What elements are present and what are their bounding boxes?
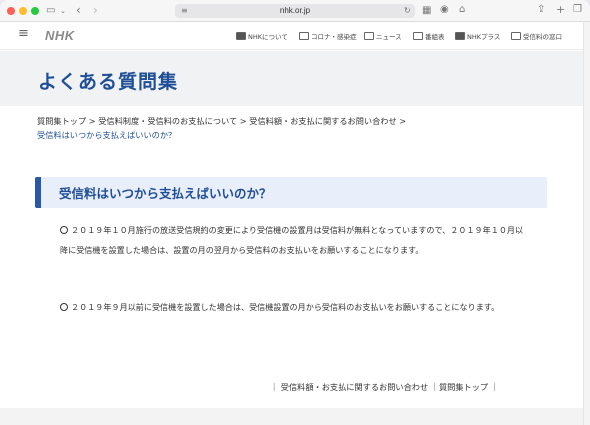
monitor-icon: [236, 32, 246, 40]
footer-link-inquiry[interactable]: 受信料額・お支払に関するお問い合わせ: [281, 382, 428, 392]
news-icon: [364, 32, 374, 40]
plus-icon: [455, 32, 465, 40]
close-window-button[interactable]: [7, 7, 15, 15]
nav-news[interactable]: ニュース: [364, 31, 402, 41]
breadcrumb-item[interactable]: 受信料制度・受信料のお支払について: [98, 116, 237, 126]
sidebar-icon[interactable]: ▭: [46, 6, 55, 16]
shield-icon[interactable]: ◉: [440, 5, 449, 15]
home-icon[interactable]: ⌂: [459, 5, 465, 15]
share-icon[interactable]: ⇪: [537, 5, 545, 15]
circle-bullet-icon: [60, 303, 68, 311]
tab-overview-icon[interactable]: ❐: [573, 5, 582, 15]
reload-icon[interactable]: ↻: [404, 6, 411, 16]
site-header: ≡ NHK NHKについて コロナ・感染症 ニュース 番組表 NHKプラス 受信…: [0, 22, 583, 50]
nav-nhk-plus[interactable]: NHKプラス: [455, 31, 500, 41]
extensions-icon[interactable]: ▦: [422, 6, 431, 16]
answer-paragraph: ２０１９年１０月施行の放送受信規約の変更により受信機の設置月は受信料が無料となっ…: [60, 225, 524, 255]
question-heading-box: 受信料はいつから支払えばいいのか？: [35, 177, 547, 208]
nav-fee-window[interactable]: 受信料の窓口: [511, 31, 562, 41]
browser-toolbar: ▭ ⌄ ‹ › ≡ nhk.or.jp ↻ ▦ ◉ ⌂ ⇪ + ❐: [0, 0, 590, 22]
scrollbar[interactable]: [583, 22, 590, 425]
question-title: 受信料はいつから支払えばいいのか？: [59, 186, 272, 201]
hamburger-menu-icon[interactable]: ≡: [18, 27, 29, 40]
minimize-window-button[interactable]: [19, 7, 27, 15]
answer-paragraph: ２０１９年９月以前に受信機を設置した場合は、受信機設置の月から受信料のお支払いを…: [60, 297, 530, 317]
calendar-icon: [413, 32, 423, 40]
chevron-down-icon[interactable]: ⌄: [60, 6, 66, 16]
virus-icon: [299, 32, 309, 40]
title-band: よくある質問集: [0, 51, 583, 106]
browser-window: ▭ ⌄ ‹ › ≡ nhk.or.jp ↻ ▦ ◉ ⌂ ⇪ + ❐ ≡ NHK …: [0, 0, 590, 425]
address-bar[interactable]: ≡ nhk.or.jp ↻: [175, 4, 415, 18]
breadcrumb-item[interactable]: 質問集トップ: [37, 116, 86, 126]
breadcrumb-current: 受信料はいつから支払えばいいのか？: [37, 130, 177, 140]
forward-icon[interactable]: ›: [93, 4, 98, 16]
new-tab-icon[interactable]: +: [556, 4, 565, 15]
footer-link-top[interactable]: 質問集トップ: [439, 382, 488, 392]
page-title: よくある質問集: [38, 71, 179, 93]
back-icon[interactable]: ‹: [76, 4, 81, 16]
bottom-band: [0, 408, 583, 425]
url-text: nhk.or.jp: [279, 6, 311, 15]
footer-links: ｜ 受信料額・お支払に関するお問い合わせ ｜質問集トップ ｜: [270, 382, 499, 392]
nhk-logo[interactable]: NHK: [45, 28, 75, 43]
nav-about-nhk[interactable]: NHKについて: [236, 31, 288, 41]
fee-icon: [511, 32, 521, 40]
circle-bullet-icon: [60, 226, 68, 234]
nav-program-guide[interactable]: 番組表: [413, 31, 445, 41]
nav-corona[interactable]: コロナ・感染症: [299, 31, 357, 41]
breadcrumb: 質問集トップ > 受信料制度・受信料のお支払について > 受信料額・お支払に関す…: [37, 116, 407, 140]
zoom-window-button[interactable]: [31, 7, 39, 15]
breadcrumb-item[interactable]: 受信料額・お支払に関するお問い合わせ: [249, 116, 396, 126]
